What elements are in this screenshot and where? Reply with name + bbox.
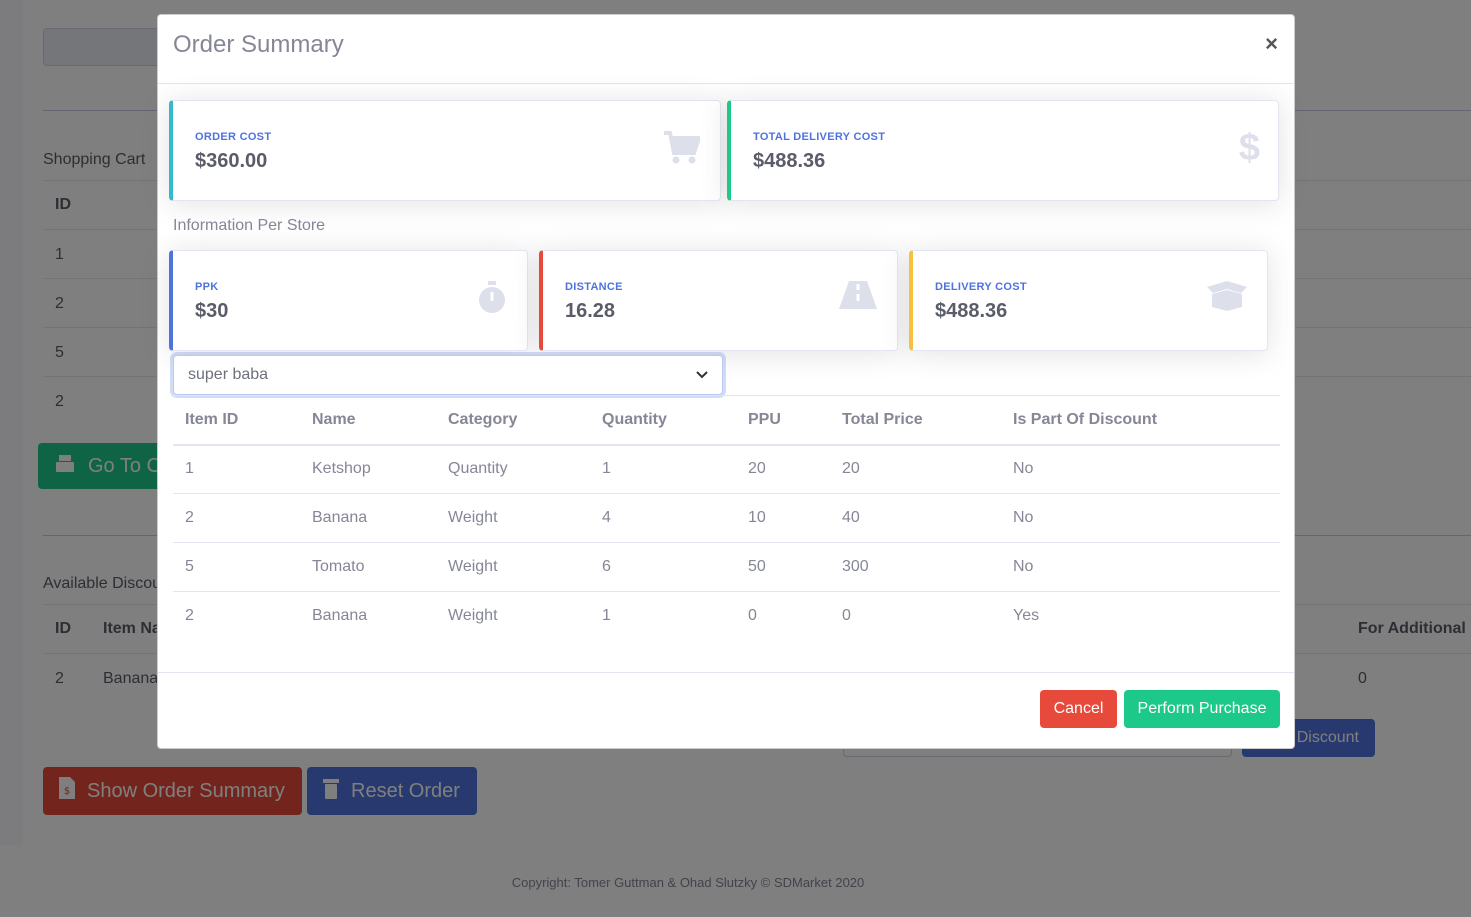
cell-category: Weight xyxy=(436,493,590,543)
modal-header: Order Summary × xyxy=(158,15,1294,84)
table-row: 5 Tomato Weight 6 50 300 No xyxy=(173,542,1280,592)
cell-category: Weight xyxy=(436,591,590,641)
cell-total-price: 300 xyxy=(830,542,1001,592)
table-header-row: Item ID Name Category Quantity PPU Total… xyxy=(173,395,1280,446)
cell-ppu: 50 xyxy=(736,542,830,592)
cell-item-id: 2 xyxy=(173,591,300,641)
table-row: 2 Banana Weight 1 0 0 Yes xyxy=(173,591,1280,641)
distance-value: 16.28 xyxy=(565,300,616,322)
ppk-label: PPK xyxy=(195,281,219,293)
cell-total-price: 20 xyxy=(830,444,1001,494)
order-cost-label: ORDER COST xyxy=(195,131,272,143)
cell-is-part-of-discount: No xyxy=(1001,444,1280,494)
col-quantity: Quantity xyxy=(590,395,736,446)
shopping-cart-icon xyxy=(664,131,702,170)
ppk-value: $30 xyxy=(195,300,229,322)
col-name: Name xyxy=(300,395,436,446)
cell-ppu: 10 xyxy=(736,493,830,543)
cell-name: Banana xyxy=(300,493,436,543)
cell-name: Tomato xyxy=(300,542,436,592)
cell-quantity: 1 xyxy=(590,591,736,641)
cell-quantity: 6 xyxy=(590,542,736,592)
cell-ppu: 20 xyxy=(736,444,830,494)
close-icon[interactable]: × xyxy=(1265,31,1278,57)
road-icon xyxy=(839,281,877,314)
cell-quantity: 4 xyxy=(590,493,736,543)
cell-item-id: 5 xyxy=(173,542,300,592)
order-cost-value: $360.00 xyxy=(195,150,268,172)
table-row: 1 Ketshop Quantity 1 20 20 No xyxy=(173,444,1280,494)
col-total-price: Total Price xyxy=(830,395,1001,446)
total-delivery-cost-label: TOTAL DELIVERY COST xyxy=(753,131,886,143)
cell-total-price: 0 xyxy=(830,591,1001,641)
cell-is-part-of-discount: No xyxy=(1001,493,1280,543)
store-select-value: super baba xyxy=(188,366,269,383)
cell-ppu: 0 xyxy=(736,591,830,641)
cell-name: Ketshop xyxy=(300,444,436,494)
distance-card: DISTANCE 16.28 xyxy=(539,250,898,351)
cell-item-id: 2 xyxy=(173,493,300,543)
col-category: Category xyxy=(436,395,590,446)
chevron-down-icon xyxy=(696,366,708,384)
table-row: 2 Banana Weight 4 10 40 No xyxy=(173,493,1280,543)
distance-label: DISTANCE xyxy=(565,281,623,293)
store-select[interactable]: super baba xyxy=(173,355,723,395)
cancel-button[interactable]: Cancel xyxy=(1040,690,1117,728)
delivery-cost-value: $488.36 xyxy=(935,300,1008,322)
cell-quantity: 1 xyxy=(590,444,736,494)
cell-name: Banana xyxy=(300,591,436,641)
delivery-cost-label: DELIVERY COST xyxy=(935,281,1027,293)
cell-item-id: 1 xyxy=(173,444,300,494)
modal-footer: Cancel Perform Purchase xyxy=(158,672,1294,750)
cell-total-price: 40 xyxy=(830,493,1001,543)
cell-category: Weight xyxy=(436,542,590,592)
col-ppu: PPU xyxy=(736,395,830,446)
cell-category: Quantity xyxy=(436,444,590,494)
cell-is-part-of-discount: No xyxy=(1001,542,1280,592)
per-store-title: Information Per Store xyxy=(173,217,326,234)
box-open-icon xyxy=(1207,281,1247,316)
cell-is-part-of-discount: Yes xyxy=(1001,591,1280,641)
stopwatch-icon xyxy=(477,281,507,320)
delivery-cost-card: DELIVERY COST $488.36 xyxy=(909,250,1268,351)
col-is-part-of-discount: Is Part Of Discount xyxy=(1001,395,1280,446)
order-cost-card: ORDER COST $360.00 xyxy=(169,100,721,201)
perform-purchase-button[interactable]: Perform Purchase xyxy=(1124,690,1280,728)
dollar-icon: $ xyxy=(1238,127,1260,169)
total-delivery-cost-card: TOTAL DELIVERY COST $488.36 $ xyxy=(727,100,1279,201)
order-items-table: Item ID Name Category Quantity PPU Total… xyxy=(173,395,1280,641)
ppk-card: PPK $30 xyxy=(169,250,528,351)
total-delivery-cost-value: $488.36 xyxy=(753,150,826,172)
modal-title: Order Summary xyxy=(173,31,344,58)
col-item-id: Item ID xyxy=(173,395,300,446)
order-summary-modal: Order Summary × ORDER COST $360.00 TOTAL… xyxy=(157,14,1295,749)
